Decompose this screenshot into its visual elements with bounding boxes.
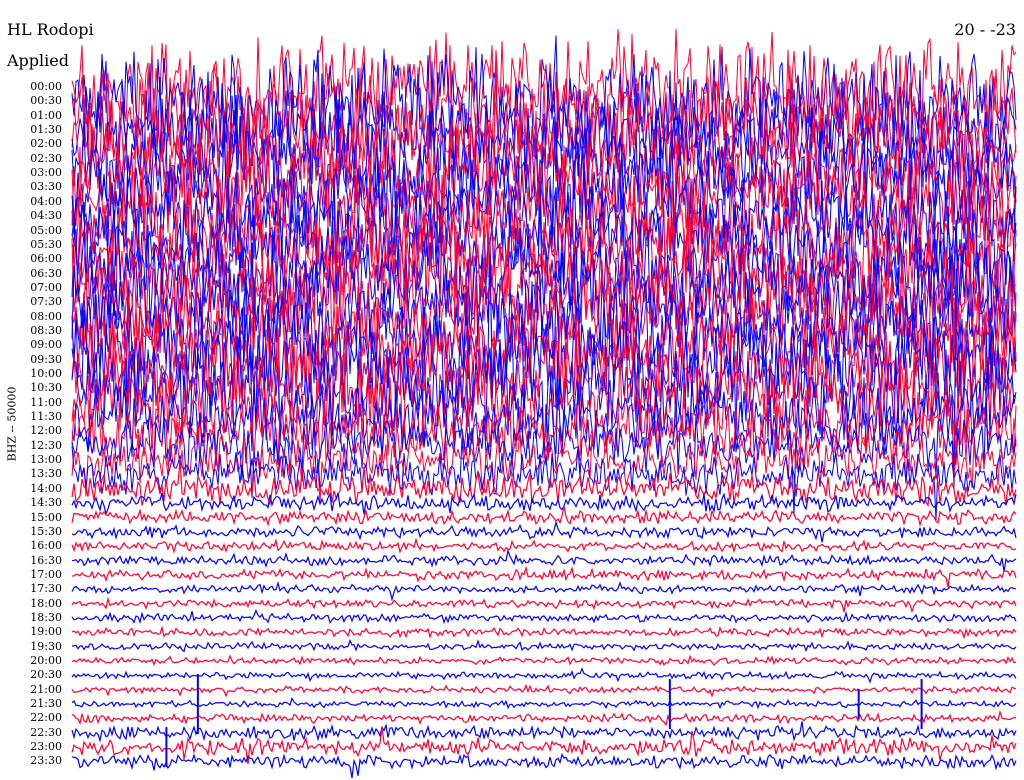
trace-row-1600: [71, 537, 1017, 555]
trace-row-2330: [71, 753, 1017, 779]
trace-row-2030: [71, 667, 1017, 684]
seismogram-plot: [71, 28, 1017, 779]
trace-row-2100: [71, 683, 1017, 698]
trace-row-1700: [71, 565, 1017, 588]
trace-row-1530: [71, 520, 1017, 543]
trace-row-1900: [71, 625, 1017, 640]
trace-row-1730: [71, 580, 1017, 602]
trace-row-2000: [71, 654, 1017, 667]
trace-row-2130: [71, 697, 1017, 710]
trace-row-1930: [71, 638, 1017, 653]
trace-row-1800: [71, 596, 1017, 614]
trace-row-1500: [71, 505, 1017, 528]
trace-row-2230: [71, 721, 1017, 743]
trace-row-2200: [71, 709, 1017, 727]
trace-row-1830: [71, 608, 1017, 625]
trace-row-1630: [71, 548, 1017, 572]
